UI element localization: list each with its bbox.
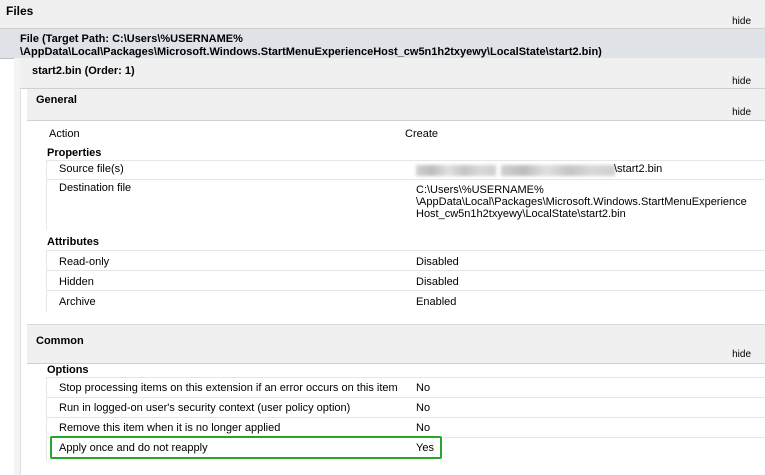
file-target-header: File (Target Path: C:\Users\%USERNAME% \… [0,29,765,59]
action-value: Create [405,128,439,140]
source-path-redacted-2 [501,165,615,176]
attribute-value: Disabled [416,256,459,268]
destination-line-1: C:\Users\%USERNAME% [416,184,544,196]
nesting-bar [14,58,21,475]
item-hide-link[interactable]: hide [732,76,751,87]
properties-table: Source file(s) \start2.bin Destination f… [46,160,765,230]
properties-title: Properties [47,147,102,159]
attribute-value: Disabled [416,276,459,288]
destination-label: Destination file [59,182,132,194]
option-row: Stop processing items on this extension … [47,377,765,396]
options-title: Options [47,364,89,376]
common-hide-link[interactable]: hide [732,349,751,360]
attributes-title: Attributes [47,236,99,248]
attribute-label: Hidden [59,276,94,288]
option-label: Run in logged-on user's security context… [59,402,351,414]
item-header: start2.bin (Order: 1) hide [20,58,765,89]
source-path-redacted [416,165,496,176]
option-label: Remove this item when it is no longer ap… [59,422,281,434]
files-header: Files hide [0,0,765,29]
source-row: Source file(s) \start2.bin [47,160,765,179]
file-target-line1: File (Target Path: C:\Users\%USERNAME% [20,33,243,45]
option-value: No [416,422,431,434]
general-title: General [36,94,77,106]
action-label: Action [49,128,80,140]
source-label: Source file(s) [59,163,124,175]
general-hide-link[interactable]: hide [732,107,751,118]
destination-line-2: \AppData\Local\Packages\Microsoft.Window… [416,196,747,208]
attribute-label: Archive [59,296,96,308]
destination-row: Destination file C:\Users\%USERNAME% \Ap… [47,179,765,230]
general-header: General hide [27,89,765,121]
source-value-suffix: \start2.bin [614,163,663,175]
file-target-line2: \AppData\Local\Packages\Microsoft.Window… [20,46,602,58]
files-hide-link[interactable]: hide [732,16,751,27]
attribute-label: Read-only [59,256,110,268]
option-value: No [416,382,431,394]
attribute-value: Enabled [416,296,457,308]
option-row: Run in logged-on user's security context… [47,397,765,416]
attribute-row: Read-only Disabled [47,250,765,269]
highlight-box [50,436,442,459]
attribute-row: Hidden Disabled [47,270,765,289]
common-title: Common [36,335,84,347]
files-title: Files [6,4,34,18]
attributes-table: Read-only Disabled Hidden Disabled Archi… [46,250,765,312]
common-header: Common hide [27,324,765,364]
option-value: No [416,402,431,414]
destination-line-3: Host_cw5n1h2txyewy\LocalState\start2.bin [416,208,626,220]
option-row: Remove this item when it is no longer ap… [47,417,765,436]
option-label: Stop processing items on this extension … [59,382,398,394]
item-title: start2.bin (Order: 1) [32,65,135,77]
attribute-row: Archive Enabled [47,290,765,309]
